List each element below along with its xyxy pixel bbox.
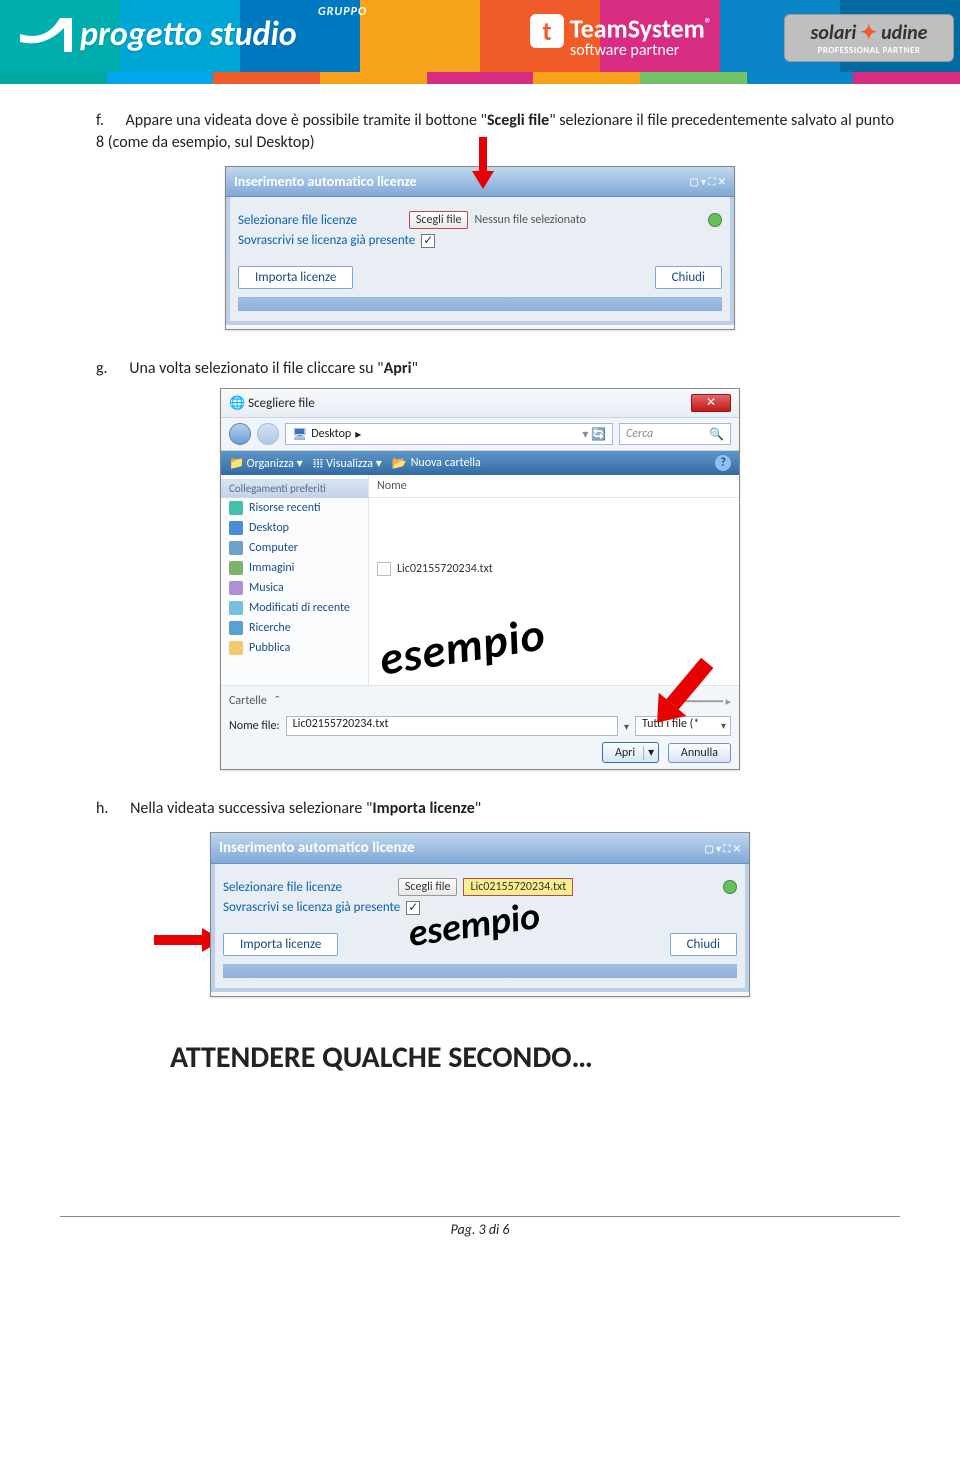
paragraph-h: h. Nella videata successiva selezionare … bbox=[60, 798, 900, 820]
file-row[interactable]: Lic02155720234.txt bbox=[369, 558, 739, 580]
dialog-close-button[interactable]: ✕ bbox=[691, 394, 731, 412]
file-dialog: 🌐 Scegliere file ✕ 🖥 Desktop ▸ ▾ 🔄 Cerca… bbox=[220, 388, 740, 770]
nuova-cartella-button[interactable]: 📂 Nuova cartella bbox=[392, 456, 481, 471]
dialog-file-list: Nome Lic02155720234.txt esempio bbox=[369, 475, 739, 685]
sidebar-item-ricerche[interactable]: Ricerche bbox=[221, 618, 368, 638]
dialog-title: Scegliere file bbox=[248, 396, 315, 411]
scegli-file-button[interactable]: Scegli file bbox=[409, 211, 469, 229]
teamsystem-icon: t bbox=[530, 14, 564, 48]
overwrite-checkbox[interactable] bbox=[421, 234, 435, 248]
column-header-nome[interactable]: Nome bbox=[369, 475, 739, 498]
status-green-icon bbox=[723, 880, 737, 894]
chiudi-button[interactable]: Chiudi bbox=[670, 933, 737, 956]
header-banner: GRUPPO progetto studio t TeamSystem® sof… bbox=[0, 0, 960, 84]
solari-badge: solari ✦ udine PROFESSIONAL PARTNER bbox=[784, 14, 954, 62]
apri-button[interactable]: Apri▾ bbox=[602, 742, 659, 763]
label-selezionare-file[interactable]: Selezionare file licenze bbox=[238, 213, 357, 228]
red-arrow-down-icon bbox=[476, 137, 490, 187]
dialog-sidebar: Collegamenti preferiti Risorse recenti D… bbox=[221, 475, 369, 685]
nome-file-label: Nome file: bbox=[229, 719, 280, 733]
page-footer: Pag. 3 di 6 bbox=[60, 1216, 900, 1238]
sidebar-item-modificati[interactable]: Modificati di recente bbox=[221, 598, 368, 618]
panel-inserimento-1: Inserimento automatico licenze ▢ ▾ ⛶ ✕ S… bbox=[225, 166, 735, 330]
no-file-label: Nessun file selezionato bbox=[474, 213, 585, 227]
dialog-toolbar: 📁 Organizza ▾ 𝍖 Visualizza ▾ 📂 Nuova car… bbox=[221, 451, 739, 475]
help-icon[interactable]: ? bbox=[715, 455, 731, 471]
brand-progetto-studio: progetto studio bbox=[20, 12, 297, 56]
annulla-button[interactable]: Annulla bbox=[668, 743, 731, 763]
nav-forward-button[interactable] bbox=[257, 423, 279, 445]
sidebar-item-pubblica[interactable]: Pubblica bbox=[221, 638, 368, 658]
sidebar-item-risorse[interactable]: Risorse recenti bbox=[221, 498, 368, 518]
status-green-icon bbox=[708, 213, 722, 227]
sidebar-item-musica[interactable]: Musica bbox=[221, 578, 368, 598]
importa-licenze-button[interactable]: Importa licenze bbox=[238, 266, 353, 289]
importa-licenze-button[interactable]: Importa licenze bbox=[223, 933, 338, 956]
organizza-menu[interactable]: 📁 Organizza ▾ bbox=[229, 456, 303, 471]
attendere-heading: ATTENDERE QUALCHE SECONDO… bbox=[170, 1039, 900, 1076]
paragraph-g: g. Una volta selezionato il file cliccar… bbox=[60, 358, 900, 380]
teamsystem-block: t TeamSystem® software partner bbox=[530, 10, 712, 59]
window-buttons[interactable]: ▢ ▾ ⛶ ✕ bbox=[689, 175, 726, 188]
chiudi-button[interactable]: Chiudi bbox=[655, 266, 722, 289]
search-input[interactable]: Cerca🔍 bbox=[619, 423, 731, 445]
nome-file-input[interactable]: Lic02155720234.txt bbox=[286, 716, 618, 736]
visualizza-menu[interactable]: 𝍖 Visualizza ▾ bbox=[313, 456, 382, 471]
selected-file-name: Lic02155720234.txt bbox=[463, 878, 573, 896]
cartelle-toggle[interactable]: Cartelle ˆ bbox=[229, 694, 280, 708]
nav-back-button[interactable] bbox=[229, 423, 251, 445]
sidebar-item-desktop[interactable]: Desktop bbox=[221, 518, 368, 538]
sidebar-header: Collegamenti preferiti bbox=[221, 479, 368, 498]
label-sovrascrivi[interactable]: Sovrascrivi se licenza già presente bbox=[223, 900, 400, 915]
window-buttons[interactable]: ▢ ▾ ⛶ ✕ bbox=[704, 842, 741, 855]
panel-title: Inserimento automatico licenze bbox=[234, 173, 417, 190]
label-sovrascrivi[interactable]: Sovrascrivi se licenza già presente bbox=[238, 233, 415, 248]
scegli-file-button[interactable]: Scegli file bbox=[398, 878, 458, 896]
esempio-overlay: esempio bbox=[376, 606, 550, 687]
panel-title: Inserimento automatico licenze bbox=[219, 839, 415, 857]
gruppo-label: GRUPPO bbox=[318, 5, 367, 19]
sidebar-item-computer[interactable]: Computer bbox=[221, 538, 368, 558]
label-selezionare-file[interactable]: Selezionare file licenze bbox=[223, 880, 342, 895]
sidebar-item-immagini[interactable]: Immagini bbox=[221, 558, 368, 578]
breadcrumb[interactable]: 🖥 Desktop ▸ ▾ 🔄 bbox=[285, 423, 613, 445]
